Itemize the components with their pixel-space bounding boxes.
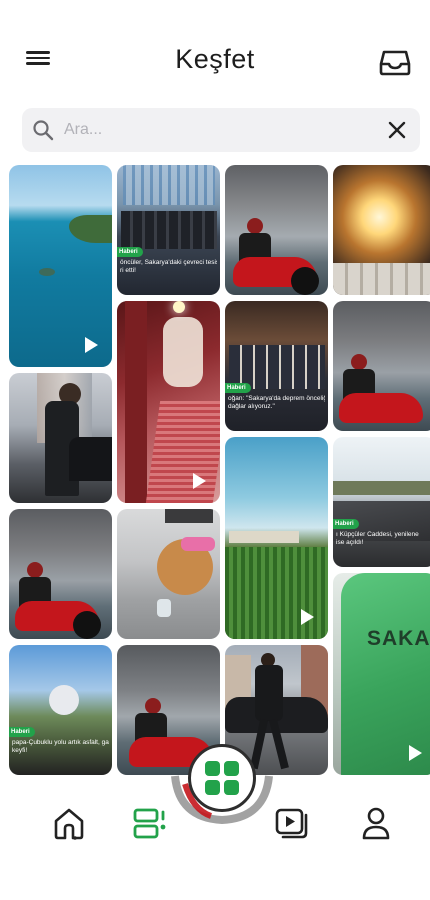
grid-item-video[interactable]	[225, 437, 328, 639]
news-caption: dağlar alıyoruz."	[228, 403, 275, 410]
news-caption: oğan: "Sakarya'da deprem önceliğ	[228, 395, 325, 402]
play-icon	[301, 609, 314, 625]
grid-item-video[interactable]: SAKAR	[333, 573, 430, 775]
grid-item-news[interactable]: Haberi oğan: "Sakarya'da deprem önceliğ …	[225, 301, 328, 431]
grid-item-image[interactable]	[9, 509, 112, 639]
search-input[interactable]	[64, 121, 364, 139]
video-stack-icon[interactable]	[274, 805, 310, 841]
search-bar	[22, 108, 420, 152]
news-badge: Haberi	[9, 727, 35, 737]
page-title: Keşfet	[175, 44, 255, 74]
explore-grid: Haberi papa-Çubuklu yolu artık asfalt, g…	[9, 165, 430, 775]
grid-squares-icon[interactable]	[188, 744, 256, 812]
fab-container	[171, 736, 273, 826]
magnifier-icon	[33, 120, 54, 141]
grid-item-video[interactable]	[9, 165, 112, 367]
grid-item-image[interactable]	[9, 373, 112, 503]
news-caption: keyfi!	[12, 747, 28, 754]
profile-icon[interactable]	[358, 805, 394, 841]
grid-item-image[interactable]	[117, 509, 220, 639]
jacket-text: SAKAR	[367, 627, 430, 650]
news-caption: ri etti!	[120, 267, 136, 274]
news-caption: ı Küpçüler Caddesi, yenilene	[336, 531, 419, 538]
grid-item-news[interactable]: Haberi öncüler, Sakarya'daki çevreci tes…	[117, 165, 220, 295]
play-icon	[409, 745, 422, 761]
grid-item-news[interactable]: Haberi papa-Çubuklu yolu artık asfalt, g…	[9, 645, 112, 775]
home-icon[interactable]	[51, 805, 87, 841]
news-caption: papa-Çubuklu yolu artık asfalt, ga	[12, 739, 109, 746]
app-header: Keşfet	[0, 0, 430, 100]
news-caption: öncüler, Sakarya'daki çevreci tesisler	[120, 259, 217, 266]
play-icon	[85, 337, 98, 353]
close-icon[interactable]	[386, 119, 408, 141]
play-icon	[193, 473, 206, 489]
grid-item-image[interactable]	[333, 301, 430, 431]
inbox-tray-icon[interactable]	[378, 44, 412, 78]
grid-item-news[interactable]: Haberi ı Küpçüler Caddesi, yenilene ise …	[333, 437, 430, 567]
news-badge: Haberi	[117, 247, 143, 257]
news-badge: Haberi	[225, 383, 251, 393]
grid-item-image[interactable]	[225, 165, 328, 295]
grid-item-image[interactable]	[333, 165, 430, 295]
feed-list-icon[interactable]	[132, 805, 168, 841]
grid-item-video[interactable]	[117, 301, 220, 503]
news-badge: Haberi	[333, 519, 359, 529]
news-caption: ise açıldı!	[336, 539, 364, 546]
